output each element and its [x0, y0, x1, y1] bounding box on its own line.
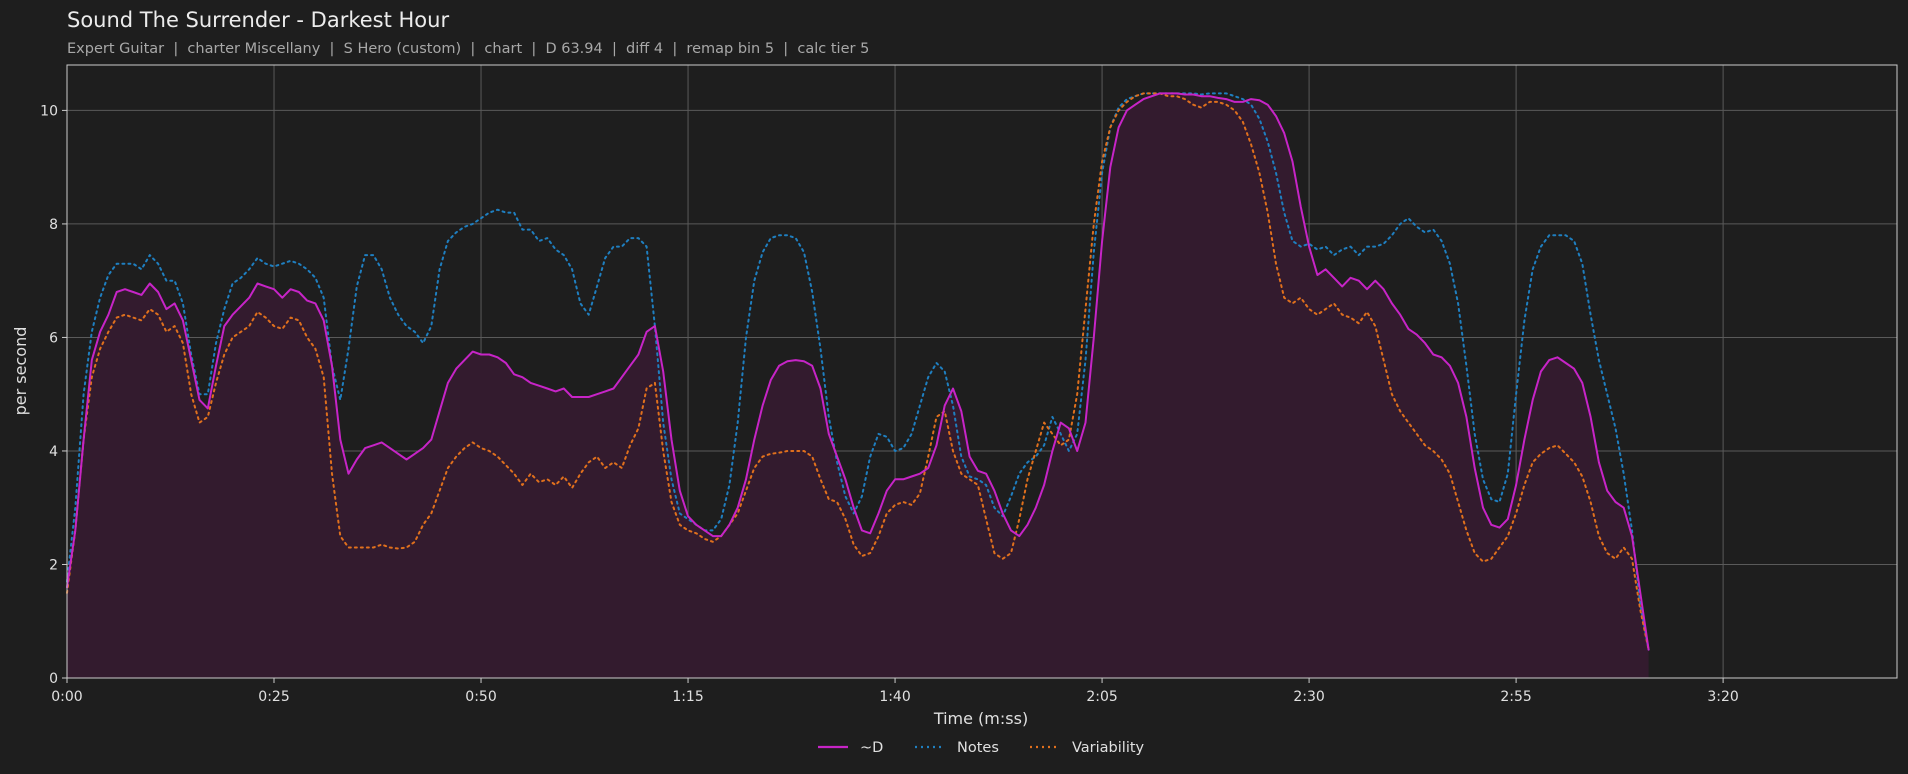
x-tick-label: 0:00 — [51, 689, 82, 705]
y-tick-labels: 0 2 4 6 8 10 — [40, 103, 67, 687]
x-tick-labels: 0:00 0:25 0:50 1:15 1:40 2:05 2:30 2:55 3:20 — [51, 678, 1739, 705]
x-tick-label: 0:25 — [258, 689, 289, 705]
legend-label-variability: Variability — [1072, 740, 1145, 756]
x-tick-label: 2:55 — [1500, 689, 1531, 705]
legend-label-d: ~D — [860, 740, 883, 756]
legend: ~D Notes Variability — [818, 740, 1145, 756]
y-tick-label: 2 — [49, 557, 58, 573]
legend-label-notes: Notes — [957, 740, 999, 756]
y-tick-label: 8 — [49, 217, 58, 233]
y-tick-label: 6 — [49, 330, 58, 346]
x-tick-label: 2:30 — [1293, 689, 1324, 705]
y-tick-label: 4 — [49, 444, 58, 460]
y-tick-label: 10 — [40, 103, 58, 119]
x-tick-label: 3:20 — [1707, 689, 1738, 705]
y-tick-label: 0 — [49, 671, 58, 687]
x-tick-label: 0:50 — [465, 689, 496, 705]
x-tick-label: 1:15 — [672, 689, 703, 705]
y-axis-label: per second — [11, 327, 30, 416]
line-chart: 0:00 0:25 0:50 1:15 1:40 2:05 2:30 2:55 3:20 0 2 4… — [11, 64, 1898, 756]
x-axis-label: Time (m:ss) — [933, 709, 1028, 728]
x-tick-label: 2:05 — [1086, 689, 1117, 705]
x-tick-label: 1:40 — [879, 689, 910, 705]
